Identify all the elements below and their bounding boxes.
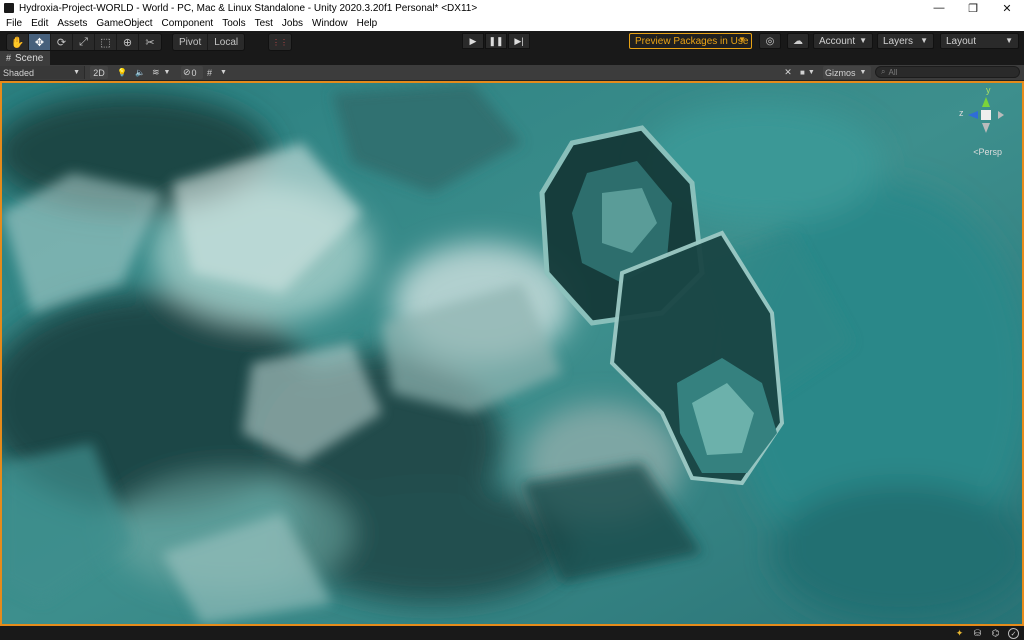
window-title: Hydroxia-Project-WORLD - World - PC, Mac… [19, 2, 478, 14]
menu-bar: File Edit Assets GameObject Component To… [0, 16, 1024, 31]
effects-icon: ≋ [152, 67, 160, 77]
minimize-button[interactable]: — [922, 0, 956, 16]
menu-edit[interactable]: Edit [31, 18, 48, 29]
hidden-count: 0 [191, 67, 197, 78]
search-placeholder: All [888, 67, 898, 77]
rotate-tool-icon[interactable]: ⟳ [51, 34, 73, 50]
custom-tool-icon[interactable]: ✂ [139, 34, 161, 50]
preview-packages-label: Preview Packages in Use [635, 35, 749, 47]
cache-server-icon[interactable]: ⌬ [990, 628, 1001, 639]
2d-label: 2D [93, 67, 105, 78]
rect-tool-icon[interactable]: ⬚ [95, 34, 117, 50]
collab-status-icon[interactable]: ⛁ [972, 628, 983, 639]
tab-scene[interactable]: # Scene [0, 51, 50, 65]
unity-logo-icon [4, 3, 14, 13]
hidden-objects-toggle[interactable]: ⊘ 0 [181, 66, 203, 79]
chevron-down-icon: ▼ [163, 69, 171, 76]
close-button[interactable]: ✕ [990, 0, 1024, 16]
menu-jobs[interactable]: Jobs [282, 18, 303, 29]
scene-render [2, 83, 1022, 624]
cloud-icon: ☁ [793, 35, 803, 47]
camera-dropdown[interactable]: ■ ▼ [800, 66, 822, 79]
tools-toggle[interactable]: ✕ [782, 66, 794, 79]
check-status-icon[interactable]: ✓ [1008, 628, 1019, 639]
lighting-icon[interactable]: ✦ [954, 628, 965, 639]
search-icon: ⌕ [881, 67, 886, 76]
menu-file[interactable]: File [6, 18, 22, 29]
chevron-down-icon: ▼ [1005, 36, 1013, 45]
pause-button[interactable]: ❚❚ [485, 33, 507, 49]
main-toolbar: ✋ ✥ ⟳ ⤢ ⬚ ⊕ ✂ Pivot Local ⋮⋮ ▶ ❚❚ ▶| Pre… [0, 31, 1024, 51]
window-controls: — ❐ ✕ [922, 0, 1024, 16]
move-tool-icon[interactable]: ✥ [29, 34, 51, 50]
local-label: Local [214, 36, 239, 48]
layers-dropdown[interactable]: Layers ▼ [877, 33, 934, 49]
hand-tool-icon[interactable]: ✋ [7, 34, 29, 50]
scene-search-input[interactable]: ⌕ All [875, 66, 1020, 78]
menu-test[interactable]: Test [255, 18, 273, 29]
eye-hidden-icon: ⊘ [183, 67, 191, 77]
chevron-down-icon: ▼ [738, 35, 746, 44]
grid-snap-icon: ⋮⋮ [272, 37, 288, 47]
menu-help[interactable]: Help [357, 18, 378, 29]
layers-label: Layers [883, 35, 914, 47]
shading-mode-dropdown[interactable]: Shaded ▼ [0, 66, 85, 79]
scene-toolbar: Shaded ▼ 2D 💡 🔈 ≋ ▼ ⊘ 0 # ▼ ✕ ■ ▼ Gizmos… [0, 65, 1024, 81]
scale-tool-icon[interactable]: ⤢ [73, 34, 95, 50]
chevron-down-icon: ▼ [859, 69, 867, 76]
menu-component[interactable]: Component [162, 18, 214, 29]
effects-dropdown[interactable]: ≋ ▼ [152, 66, 178, 79]
pivot-label: Pivot [179, 36, 202, 48]
grid-icon: # [207, 67, 213, 78]
chevron-down-icon: ▼ [807, 69, 815, 76]
tab-scene-label: Scene [15, 52, 44, 64]
status-bar: ✦ ⛁ ⌬ ✓ [0, 626, 1024, 640]
collab-button[interactable]: ◎ [759, 33, 781, 49]
chevron-down-icon: ▼ [920, 36, 928, 45]
cloud-button[interactable]: ☁ [787, 33, 809, 49]
audio-toggle[interactable]: 🔈 [134, 66, 146, 79]
preview-packages-button[interactable]: Preview Packages in Use ▼ [629, 33, 752, 49]
grid-snap-button[interactable]: ⋮⋮ [268, 33, 292, 51]
layout-label: Layout [946, 35, 977, 47]
menu-window[interactable]: Window [312, 18, 348, 29]
account-label: Account [819, 35, 856, 47]
local-button[interactable]: Local [208, 34, 244, 50]
light-bulb-icon: 💡 [117, 68, 127, 77]
maximize-button[interactable]: ❐ [956, 0, 990, 16]
projection-label: Persp [978, 147, 1002, 157]
speaker-icon: 🔈 [135, 68, 145, 77]
gizmos-dropdown[interactable]: Gizmos ▼ [823, 66, 871, 79]
grid-icon: # [6, 53, 12, 63]
pivot-local-toggle: Pivot Local [172, 33, 246, 51]
lighting-toggle[interactable]: 💡 [116, 66, 128, 79]
layout-dropdown[interactable]: Layout ▼ [940, 33, 1019, 49]
menu-tools[interactable]: Tools [222, 18, 245, 29]
menu-gameobject[interactable]: GameObject [96, 18, 152, 29]
scene-viewport[interactable]: y z <Persp [0, 81, 1024, 626]
2d-toggle-button[interactable]: 2D [90, 66, 108, 79]
playback-controls: ▶ ❚❚ ▶| [462, 33, 531, 49]
chevron-down-icon: ▼ [859, 36, 867, 45]
tools-icon: ✕ [784, 67, 792, 77]
axis-y-label: y [986, 85, 991, 95]
play-button[interactable]: ▶ [462, 33, 484, 49]
title-bar: Hydroxia-Project-WORLD - World - PC, Mac… [0, 0, 1024, 16]
pivot-button[interactable]: Pivot [173, 34, 209, 50]
grid-dropdown[interactable]: # ▼ [207, 66, 233, 79]
collab-icon: ◎ [765, 35, 775, 47]
menu-assets[interactable]: Assets [57, 18, 87, 29]
axis-z-label: z [959, 108, 964, 118]
account-dropdown[interactable]: Account ▼ [813, 33, 873, 49]
transform-tools: ✋ ✥ ⟳ ⤢ ⬚ ⊕ ✂ [6, 33, 162, 51]
camera-icon: ■ [800, 68, 805, 77]
shading-mode-label: Shaded [3, 67, 35, 78]
chevron-down-icon: ▼ [73, 69, 80, 76]
gizmos-label: Gizmos [825, 67, 856, 78]
chevron-down-icon: ▼ [220, 69, 227, 76]
projection-toggle[interactable]: <Persp [973, 147, 1002, 157]
scene-tab-bar: # Scene [0, 51, 1024, 65]
transform-tool-icon[interactable]: ⊕ [117, 34, 139, 50]
step-button[interactable]: ▶| [508, 33, 530, 49]
